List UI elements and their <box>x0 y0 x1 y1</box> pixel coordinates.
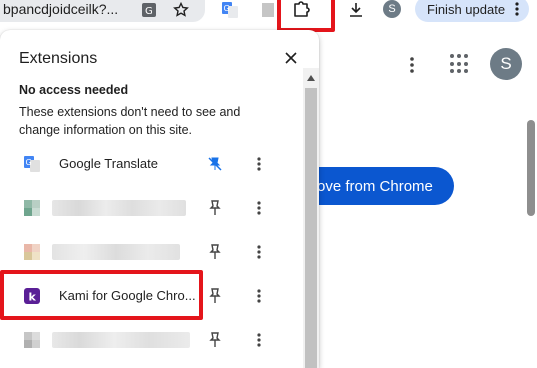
blurred-extension-icon[interactable] <box>258 1 278 19</box>
section-description: These extensions don't need to see and c… <box>19 105 241 137</box>
blurred-extension-icon <box>24 200 40 216</box>
blurred-extension-name <box>52 332 190 348</box>
profile-avatar[interactable]: S <box>383 0 401 18</box>
extensions-button-highlight <box>277 0 335 32</box>
blurred-extension-icon <box>24 332 40 348</box>
pin-icon[interactable] <box>206 331 224 349</box>
extension-row[interactable] <box>0 188 300 228</box>
popup-title: Extensions <box>19 50 98 67</box>
more-options-icon[interactable] <box>251 243 267 261</box>
google-translate-icon: G <box>24 156 40 172</box>
more-options-icon[interactable] <box>251 199 267 217</box>
svg-text:G: G <box>145 6 153 17</box>
pin-icon[interactable] <box>206 243 224 261</box>
extension-row[interactable] <box>0 320 300 360</box>
pinned-icon[interactable] <box>206 155 224 173</box>
page-avatar[interactable]: S <box>490 48 522 80</box>
svg-text:G: G <box>224 4 230 13</box>
scroll-up-arrow-icon[interactable] <box>305 72 317 84</box>
page-more-icon[interactable] <box>404 55 420 75</box>
pin-icon[interactable] <box>206 199 224 217</box>
url-text[interactable]: bpancdjoidceilk?... <box>3 1 118 17</box>
more-options-icon[interactable] <box>251 287 267 305</box>
more-options-icon[interactable] <box>251 331 267 349</box>
blurred-extension-name <box>52 200 186 216</box>
finish-update-label: Finish update <box>427 1 506 17</box>
svg-text:G: G <box>26 158 32 167</box>
address-bar[interactable]: bpancdjoidceilk?... G <box>0 0 205 22</box>
page-scrollbar[interactable] <box>527 120 535 216</box>
google-translate-extension-icon[interactable]: G <box>220 1 240 19</box>
section-heading: No access needed <box>19 83 129 97</box>
browser-toolbar: bpancdjoidceilk?... G G S Finish update <box>0 0 537 34</box>
extension-row[interactable]: G Google Translate <box>0 144 300 184</box>
kami-row-highlight <box>0 270 203 320</box>
pin-icon[interactable] <box>206 287 224 305</box>
download-icon[interactable] <box>346 1 366 19</box>
popup-scrollbar-thumb[interactable] <box>305 88 317 368</box>
close-icon[interactable] <box>281 48 301 68</box>
blurred-extension-name <box>52 244 180 260</box>
more-options-icon[interactable] <box>251 155 267 173</box>
apps-grid-icon[interactable] <box>450 54 470 74</box>
blurred-extension-icon <box>24 244 40 260</box>
finish-update-button[interactable]: Finish update <box>415 0 529 22</box>
extension-row[interactable] <box>0 232 300 272</box>
translate-page-icon[interactable]: G <box>140 1 158 19</box>
extension-name: Google Translate <box>59 156 159 171</box>
bookmark-star-icon[interactable] <box>172 1 190 19</box>
kebab-menu-icon[interactable] <box>515 2 519 18</box>
